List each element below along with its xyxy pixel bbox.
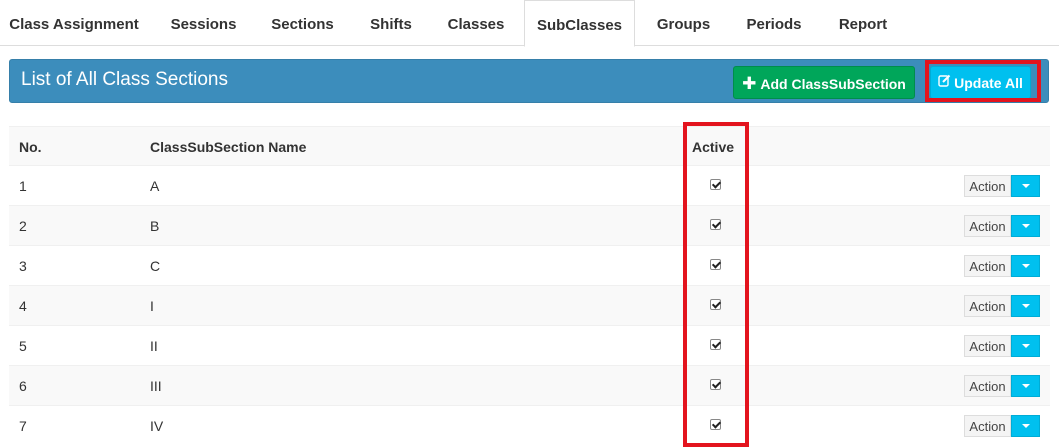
active-checkbox[interactable] [710, 299, 721, 310]
update-button-label: Update All [954, 75, 1023, 91]
chevron-down-icon[interactable] [1011, 375, 1040, 397]
row-number: 4 [19, 298, 27, 314]
row-name: I [150, 298, 154, 314]
chevron-down-icon[interactable] [1011, 175, 1040, 197]
row-number: 3 [19, 258, 27, 274]
class-sections-table: No. ClassSubSection Name Active 1 A Acti… [9, 126, 1050, 445]
row-number: 7 [19, 418, 27, 434]
table-row: 3 C Action [9, 245, 1050, 285]
tab-bar: Class Assignment Sessions Sections Shift… [0, 0, 1059, 47]
action-button[interactable]: Action [964, 255, 1011, 277]
chevron-down-icon[interactable] [1011, 215, 1040, 237]
row-name: C [150, 258, 161, 274]
row-name: III [150, 378, 162, 394]
chevron-down-icon[interactable] [1011, 255, 1040, 277]
row-number: 5 [19, 338, 27, 354]
chevron-down-icon[interactable] [1011, 295, 1040, 317]
active-checkbox[interactable] [710, 379, 721, 390]
action-dropdown[interactable]: Action [964, 335, 1040, 357]
table-row: 5 II Action [9, 325, 1050, 365]
action-button[interactable]: Action [964, 175, 1011, 197]
tab-class-assignment[interactable]: Class Assignment [0, 0, 148, 46]
row-name: A [150, 178, 160, 194]
page-title: List of All Class Sections [21, 69, 228, 90]
action-button[interactable]: Action [964, 295, 1011, 317]
edit-icon [938, 66, 951, 99]
row-name: B [150, 218, 160, 234]
active-checkbox[interactable] [710, 219, 721, 230]
tab-sessions[interactable]: Sessions [155, 0, 252, 46]
tab-subclasses[interactable]: SubClasses [524, 0, 635, 47]
active-checkbox[interactable] [710, 339, 721, 350]
tab-classes[interactable]: Classes [435, 0, 517, 46]
tab-report[interactable]: Report [824, 0, 902, 46]
active-checkbox[interactable] [710, 259, 721, 270]
section-header: List of All Class Sections ✚ Add ClassSub… [9, 59, 1049, 103]
column-header-name: ClassSubSection Name [150, 139, 307, 155]
row-name: IV [150, 418, 164, 434]
add-classsubsection-button[interactable]: ✚ Add ClassSubSection [733, 66, 915, 99]
chevron-down-icon[interactable] [1011, 335, 1040, 357]
action-button[interactable]: Action [964, 335, 1011, 357]
table-row: 6 III Action [9, 365, 1050, 405]
action-dropdown[interactable]: Action [964, 295, 1040, 317]
tab-sections[interactable]: Sections [258, 0, 347, 46]
action-button[interactable]: Action [964, 415, 1011, 437]
table-row: 7 IV Action [9, 405, 1050, 445]
tab-periods[interactable]: Periods [732, 0, 816, 46]
row-number: 6 [19, 378, 27, 394]
column-header-no: No. [19, 139, 42, 155]
row-name: II [150, 338, 158, 354]
action-dropdown[interactable]: Action [964, 415, 1040, 437]
action-dropdown[interactable]: Action [964, 255, 1040, 277]
add-button-label: Add ClassSubSection [760, 76, 906, 92]
chevron-down-icon[interactable] [1011, 415, 1040, 437]
table-row: 1 A Action [9, 165, 1050, 205]
table-row: 2 B Action [9, 205, 1050, 245]
action-dropdown[interactable]: Action [964, 375, 1040, 397]
tab-shifts[interactable]: Shifts [355, 0, 427, 46]
plus-icon: ✚ [742, 74, 757, 93]
action-button[interactable]: Action [964, 375, 1011, 397]
update-all-button[interactable]: Update All [930, 66, 1031, 99]
table-row: 4 I Action [9, 285, 1050, 325]
column-header-active: Active [692, 139, 735, 155]
table-header: No. ClassSubSection Name Active [9, 126, 1050, 165]
action-dropdown[interactable]: Action [964, 215, 1040, 237]
active-checkbox[interactable] [710, 419, 721, 430]
tab-groups[interactable]: Groups [643, 0, 724, 46]
row-number: 2 [19, 218, 27, 234]
action-button[interactable]: Action [964, 215, 1011, 237]
row-number: 1 [19, 178, 27, 194]
action-dropdown[interactable]: Action [964, 175, 1040, 197]
active-checkbox[interactable] [710, 179, 721, 190]
